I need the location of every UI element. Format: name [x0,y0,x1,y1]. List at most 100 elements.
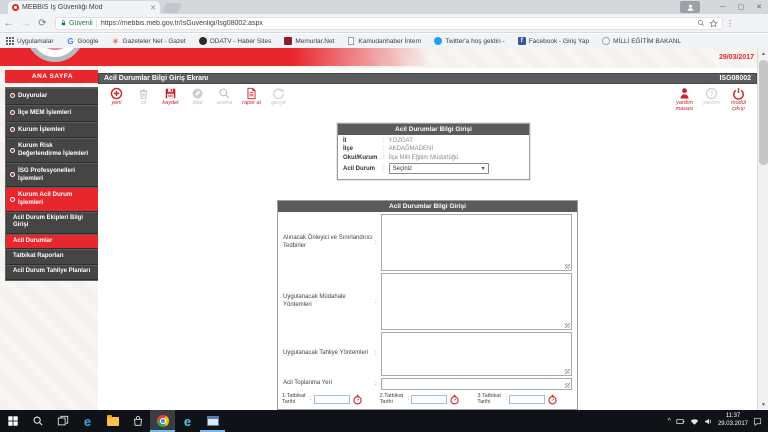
bookmark-gazeteler[interactable]: ✳Gazeteler Net - Gazet [111,37,185,45]
rapor-al-button[interactable]: rapor al [238,87,265,107]
secure-badge[interactable]: Güvenli [60,19,93,27]
sidebar-item-isg-prof[interactable]: İSG Profesyonelleri İşlemleri [6,163,99,188]
plus-circle-icon [110,87,123,100]
bookmark-twitter[interactable]: Twitter'a hoş geldin - [434,37,504,45]
tedbirler-textarea[interactable] [381,214,572,271]
refresh-button[interactable]: ⟳ [34,18,51,29]
summary-form-title: Acil Durumlar Bilgi Girişi [338,124,529,135]
taskbar-search-button[interactable] [25,410,50,432]
clock-date: 29.03.2017 [718,421,748,429]
memurlar-icon [284,37,292,45]
edge-button[interactable]: e [75,410,100,432]
zoom-icon[interactable] [697,19,705,27]
taskbar-clock[interactable]: 11:37 29.03.2017 [718,413,748,429]
drill-3-date-input[interactable] [509,395,545,404]
stopwatch-icon[interactable] [449,394,460,405]
tab-close-icon[interactable]: ✕ [150,4,156,12]
arama-button[interactable]: arama [211,87,238,107]
iptal-button[interactable]: iptal [184,87,211,107]
helpdesk-person-icon [678,87,691,100]
bookmark-google[interactable]: GGoogle [67,37,99,45]
taskbar: e e ^ 11:37 29.03.2017 [0,410,768,432]
browser-tab[interactable]: MEBBİS İş Güvenliği Mod ✕ [8,1,160,14]
network-wifi-icon[interactable] [690,417,699,426]
odatv-icon [199,37,207,45]
page-icon [348,37,354,45]
acil-durum-select[interactable]: Seçiniz [389,163,489,174]
internet-explorer-button[interactable]: e [175,410,200,432]
bookmark-memurlar[interactable]: Memurlar.Net [284,37,334,45]
scroll-down-icon[interactable]: ▼ [758,399,768,410]
bookmark-odatv[interactable]: ODATV - Haber Sites [199,37,272,45]
mudahale-textarea[interactable] [381,273,572,330]
scroll-up-icon[interactable]: ▲ [758,48,768,59]
form-row-acil-durum: Acil Durum Seçiniz [338,161,529,175]
sidebar-item-duyurular[interactable]: Duyurular [6,88,99,105]
app-window-button[interactable] [200,410,225,432]
page-scrollbar[interactable]: ▲ ▼ [757,48,768,410]
sidebar-item-ilce-mem[interactable]: İlçe MEM İşlemleri [6,105,99,122]
sil-button[interactable]: sil [130,87,157,107]
forward-button[interactable]: → [17,18,34,29]
store-button[interactable] [125,410,150,432]
pencil-circle-icon [191,87,204,100]
question-circle-icon: ? [705,87,718,100]
sidebar-item-kurum[interactable]: Kurum İşlemleri [6,122,99,139]
battery-icon[interactable] [676,417,685,426]
store-bag-icon [132,415,144,427]
sidebar-sub-ekipleri[interactable]: Acil Durum Ekipleri Bilgi Girişi [6,212,99,234]
modul-cikisi-button[interactable]: modül çıkışı [725,87,752,113]
bookmark-facebook[interactable]: fFacebook - Giriş Yap [518,37,589,45]
form-row-ilce: İlçe AKDAĞMADENİ [338,144,529,153]
bookmark-meb[interactable]: MİLLİ EĞİTİM BAKANL [602,37,681,45]
bookmarks-bar: Uygulamalar GGoogle ✳Gazeteler Net - Gaz… [0,34,768,48]
back-rotate-icon [272,87,285,100]
task-view-icon [57,415,69,427]
sidebar-sub-tatbikat[interactable]: Tatbikat Raporları [6,249,99,264]
form-row-il: İl YOZGAT [338,135,529,144]
geriye-button[interactable]: geriye [265,87,292,107]
window-close-button[interactable] [750,0,768,14]
new-tab-button[interactable] [162,3,182,13]
window-maximize-button[interactable] [732,0,750,14]
sidebar-item-acil-durum[interactable]: Kurum Acil Durum İşlemleri [6,187,99,212]
yardim-masasi-button[interactable]: yardım masası [671,87,698,113]
tahliye-textarea[interactable] [381,332,572,376]
page-viewport: 29/03/2017 ANA SAYFA Duyurular İlçe MEM … [0,48,768,410]
stopwatch-icon[interactable] [547,394,558,405]
kaydet-button[interactable]: kaydet [157,87,184,107]
file-explorer-button[interactable] [100,410,125,432]
bookmark-apps[interactable]: Uygulamalar [6,37,54,45]
app-window-icon [207,416,219,426]
task-view-button[interactable] [50,410,75,432]
volume-icon[interactable] [704,417,713,426]
yeni-button[interactable]: yeni [103,87,130,107]
tray-chevron-up-icon[interactable]: ^ [668,418,671,425]
chrome-button[interactable] [150,410,175,432]
toplanma-yeri-input[interactable] [381,378,572,390]
action-center-icon[interactable] [753,417,762,426]
sidebar-menu: Duyurular İlçe MEM İşlemleri Kurum İşlem… [5,87,100,281]
sidebar-home-button[interactable]: ANA SAYFA [5,70,100,83]
profile-avatar-button[interactable] [680,1,700,13]
back-button[interactable]: ← [0,18,17,29]
yardim-button[interactable]: ? yardım [698,87,725,113]
page-date: 29/03/2017 [719,54,754,61]
drill-2-date-input[interactable] [411,395,447,404]
bookmark-kamudanhaber[interactable]: Kamudanhaber İntern [347,37,421,45]
sidebar-sub-acil-durumlar[interactable]: Acil Durumlar [6,234,99,249]
url-text: https://mebbis.meb.gov.tr/IsGuvenligi/Is… [101,20,694,27]
stopwatch-icon[interactable] [352,394,363,405]
sidebar-item-risk[interactable]: Kurum Risk Değerlendirme İşlemleri [6,138,99,163]
search-icon [218,87,231,100]
drill-1-date-input[interactable] [314,395,350,404]
scrollbar-thumb[interactable] [759,60,768,165]
sidebar-sub-tahliye[interactable]: Acil Durum Tahliye Planları [6,265,99,280]
browser-menu-icon[interactable]: ⋮ [723,19,737,28]
window-minimize-button[interactable] [714,0,732,14]
start-button[interactable] [0,410,25,432]
bullet-icon [10,127,15,132]
bookmark-star-icon[interactable] [709,19,718,28]
address-bar[interactable]: Güvenli | https://mebbis.meb.gov.tr/IsGu… [55,17,723,30]
person-icon [686,3,695,12]
